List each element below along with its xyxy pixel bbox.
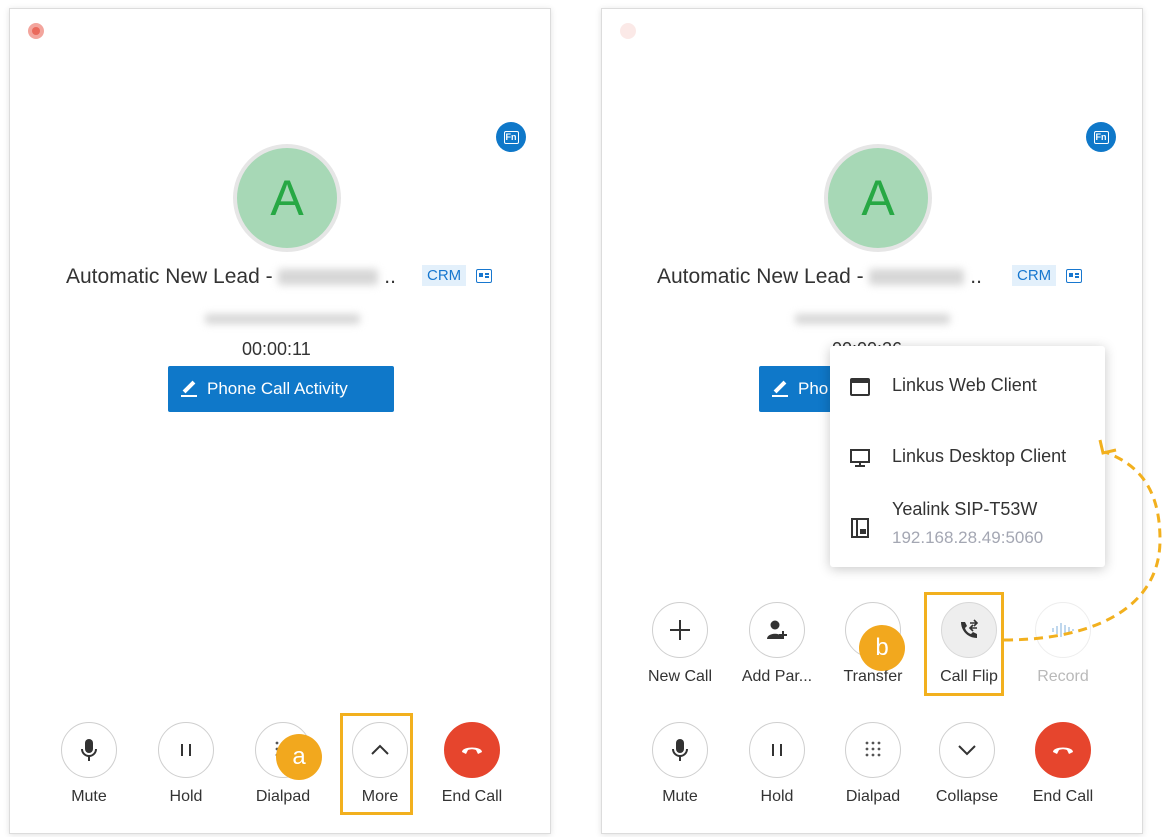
more-highlight-box (340, 713, 413, 815)
end-call-button[interactable]: End Call (1023, 722, 1103, 806)
crm-tag[interactable]: CRM (1012, 265, 1057, 286)
browser-window-icon (850, 378, 870, 396)
plus-icon (652, 602, 708, 658)
monitor-icon (850, 448, 870, 468)
avatar: A (233, 144, 341, 252)
call-timer: 00:00:11 (242, 339, 311, 359)
avatar: A (824, 144, 932, 252)
end-call-button[interactable]: End Call (432, 722, 512, 806)
call-panel-right: Fn A Automatic New Lead - .. CRM 00:00:2… (601, 8, 1143, 834)
redacted-name (278, 269, 379, 286)
pause-icon (749, 722, 805, 778)
dialpad-icon (845, 722, 901, 778)
hang-up-icon (444, 722, 500, 778)
hang-up-icon (1035, 722, 1091, 778)
phone-call-activity-button[interactable]: Phone Call Activity (168, 366, 394, 412)
step-badge-a: a (276, 734, 322, 780)
step-badge-b: b (859, 625, 905, 671)
call-flip-highlight-box (924, 592, 1004, 696)
call-panel-left: Fn A Automatic New Lead - .. CRM 00:00:1… (9, 8, 551, 834)
redacted-number (795, 314, 950, 324)
call-flip-menu: Linkus Web Client Linkus Desktop Client … (830, 346, 1105, 567)
add-participant-button[interactable]: Add Par... (737, 602, 817, 686)
fn-badge-icon[interactable]: Fn (1086, 122, 1116, 152)
mute-button[interactable]: Mute (49, 722, 129, 806)
contact-name: Automatic New Lead - .. (66, 265, 396, 288)
new-call-button[interactable]: New Call (640, 602, 720, 686)
window-status-dot (28, 23, 44, 39)
window-status-dot (620, 23, 636, 39)
redacted-number (205, 314, 360, 324)
mute-button[interactable]: Mute (640, 722, 720, 806)
fn-badge-icon[interactable]: Fn (496, 122, 526, 152)
collapse-button[interactable]: Collapse (927, 722, 1007, 806)
chevron-down-icon (939, 722, 995, 778)
pencil-icon (772, 381, 788, 397)
pause-icon (158, 722, 214, 778)
hold-button[interactable]: Hold (146, 722, 226, 806)
record-icon (1035, 602, 1091, 658)
add-participant-icon (749, 602, 805, 658)
record-button[interactable]: Record (1023, 602, 1103, 686)
crm-card-icon[interactable] (1066, 269, 1082, 283)
pencil-icon (181, 381, 197, 397)
microphone-icon (652, 722, 708, 778)
crm-tag[interactable]: CRM (422, 265, 467, 286)
desk-phone-icon (850, 518, 870, 538)
crm-card-icon[interactable] (476, 269, 492, 283)
dialpad-button[interactable]: Dialpad (833, 722, 913, 806)
microphone-icon (61, 722, 117, 778)
redacted-name (869, 269, 965, 286)
contact-name: Automatic New Lead - .. (657, 265, 982, 288)
hold-button[interactable]: Hold (737, 722, 817, 806)
